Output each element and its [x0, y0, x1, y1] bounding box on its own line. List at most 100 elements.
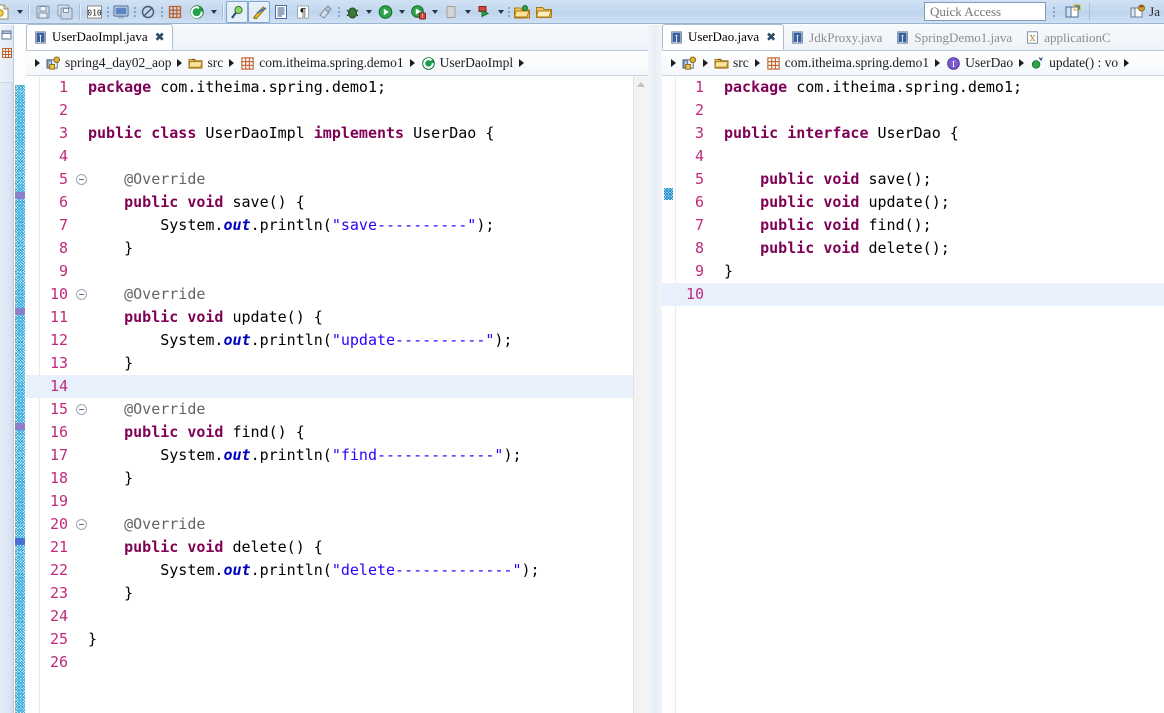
scroll-up-arrow-icon[interactable] [634, 78, 647, 91]
code-line[interactable]: 18 } [26, 467, 648, 490]
new-java-class-icon[interactable] [186, 1, 208, 23]
run-external-tools-icon[interactable]: ! [407, 1, 429, 23]
editor-tab[interactable]: X applicationC [1019, 25, 1117, 50]
code-line[interactable]: 2 [662, 99, 1164, 122]
open-folder-icon[interactable] [511, 1, 533, 23]
code-fold-collapse-icon[interactable] [76, 404, 87, 415]
breadcrumb-item[interactable]: UserDaoImpl [421, 55, 513, 71]
restore-view-icon[interactable] [1, 29, 13, 41]
search-icon[interactable] [226, 0, 248, 23]
run-icon[interactable] [374, 1, 396, 23]
editor-tab[interactable]: J SpringDemo1.java [889, 25, 1019, 50]
minimized-editor-hatch-bar[interactable] [15, 85, 25, 713]
breadcrumb-item[interactable]: com.itheima.spring.demo1 [766, 55, 929, 71]
code-line[interactable]: 10 @Override [26, 283, 648, 306]
code-fold-collapse-icon[interactable] [76, 174, 87, 185]
hatch-marker [15, 538, 25, 545]
toggle-breakpoint-icon[interactable]: 010 [83, 1, 105, 23]
code-line[interactable]: 9} [662, 260, 1164, 283]
breadcrumb-item[interactable]: src [714, 55, 749, 71]
code-line[interactable]: 4 [26, 145, 648, 168]
editor-tab[interactable]: J UserDao.java ✖ [662, 24, 785, 50]
open-console-icon[interactable] [110, 1, 132, 23]
left-rail-fast-view-box[interactable] [0, 25, 14, 83]
code-line[interactable]: 20 @Override [26, 513, 648, 536]
code-line[interactable]: 23 } [26, 582, 648, 605]
show-whitespace-icon[interactable]: ¶ [292, 1, 314, 23]
code-line[interactable]: 5 public void save(); [662, 168, 1164, 191]
code-line[interactable]: 26 [26, 651, 648, 674]
code-line[interactable]: 9 [26, 260, 648, 283]
java-project-icon [46, 55, 61, 70]
code-line[interactable]: 5 @Override [26, 168, 648, 191]
code-line[interactable]: 11 public void update() { [26, 306, 648, 329]
code-line[interactable]: 3 public interface UserDao { [662, 122, 1164, 145]
run-dropdown-arrow-icon[interactable] [396, 1, 407, 23]
breadcrumb-item[interactable]: com.itheima.spring.demo1 [240, 55, 404, 71]
code-line[interactable]: 1 package com.itheima.spring.demo1; [26, 76, 648, 99]
code-line[interactable]: 13 } [26, 352, 648, 375]
code-line[interactable]: 1 package com.itheima.spring.demo1; [662, 76, 1164, 99]
open-folder-2-icon[interactable] [533, 1, 555, 23]
package-explorer-icon[interactable] [1, 47, 13, 59]
toggle-mark-occurrences-icon[interactable] [314, 1, 336, 23]
breadcrumb-item[interactable]: spring4_day02_aop [46, 55, 171, 71]
code-line[interactable]: 17 System.out.println("find-------------… [26, 444, 648, 467]
perspective-toolbar-drag-handle[interactable] [1051, 3, 1056, 20]
code-line[interactable]: 7 System.out.println("save----------"); [26, 214, 648, 237]
code-line[interactable]: 21 public void delete() { [26, 536, 648, 559]
editor-tab[interactable]: J UserDaoImpl.java ✖ [26, 24, 173, 50]
external-tools-dropdown-arrow-icon[interactable] [429, 1, 440, 23]
breadcrumb-item[interactable] [682, 55, 697, 71]
code-line[interactable]: 8 } [26, 237, 648, 260]
coverage-icon[interactable] [440, 1, 462, 23]
last-tool-dropdown-arrow-icon[interactable] [495, 1, 506, 23]
code-line[interactable]: 3 public class UserDaoImpl implements Use… [26, 122, 648, 145]
debug-icon[interactable] [341, 1, 363, 23]
perspective-java-button[interactable]: Ja [1125, 1, 1164, 23]
code-line[interactable]: 14 [26, 375, 648, 398]
code-fold-collapse-icon[interactable] [76, 289, 87, 300]
overview-ruler-left[interactable] [633, 76, 648, 713]
code-line[interactable]: 4 [662, 145, 1164, 168]
code-area-left[interactable]: 1 package com.itheima.spring.demo1; 2 3 publ… [26, 76, 648, 713]
editor-sash-divider[interactable] [648, 25, 662, 713]
code-fold-collapse-icon[interactable] [76, 519, 87, 530]
debug-dropdown-arrow-icon[interactable] [363, 1, 374, 23]
quick-access-input[interactable] [924, 2, 1046, 21]
breadcrumb-item[interactable]: I UserDao [946, 55, 1013, 71]
new-wizard-dropdown-arrow-icon[interactable] [14, 1, 25, 23]
new-class-dropdown-arrow-icon[interactable] [208, 1, 219, 23]
run-last-tool-icon[interactable] [473, 1, 495, 23]
code-line[interactable]: 10 [662, 283, 1164, 306]
new-wizard-icon[interactable] [0, 1, 14, 23]
open-type-icon[interactable] [248, 0, 270, 23]
save-icon[interactable] [32, 1, 54, 23]
close-icon[interactable]: ✖ [766, 30, 776, 45]
coverage-dropdown-arrow-icon[interactable] [462, 1, 473, 23]
open-task-icon[interactable] [270, 1, 292, 23]
code-line[interactable]: 8 public void delete(); [662, 237, 1164, 260]
code-line[interactable]: 19 [26, 490, 648, 513]
skip-all-breakpoints-icon[interactable] [137, 1, 159, 23]
code-area-right[interactable]: 1 package com.itheima.spring.demo1; 2 3 publ… [662, 76, 1164, 713]
code-line[interactable]: 25} [26, 628, 648, 651]
code-line[interactable]: 22 System.out.println("delete-----------… [26, 559, 648, 582]
editor-tab[interactable]: J JdkProxy.java [784, 25, 889, 50]
code-line[interactable]: 12 System.out.println("update----------"… [26, 329, 648, 352]
code-line[interactable]: 24 [26, 605, 648, 628]
close-icon[interactable]: ✖ [155, 30, 165, 45]
code-line[interactable]: 15 @Override [26, 398, 648, 421]
code-line[interactable]: 7 public void find(); [662, 214, 1164, 237]
new-java-package-icon[interactable] [164, 1, 186, 23]
breadcrumb-item[interactable]: update() : vo [1030, 55, 1118, 71]
code-line[interactable]: 2 [26, 99, 648, 122]
code-line[interactable]: 16 public void find() { [26, 421, 648, 444]
line-number: 18 [49, 469, 68, 487]
save-all-icon[interactable] [54, 1, 76, 23]
breadcrumb-item[interactable]: src [188, 55, 223, 71]
open-perspective-icon[interactable] [1060, 2, 1084, 22]
code-line[interactable]: 6 public void update(); [662, 191, 1164, 214]
code-line[interactable]: 6 public void save() { [26, 191, 648, 214]
